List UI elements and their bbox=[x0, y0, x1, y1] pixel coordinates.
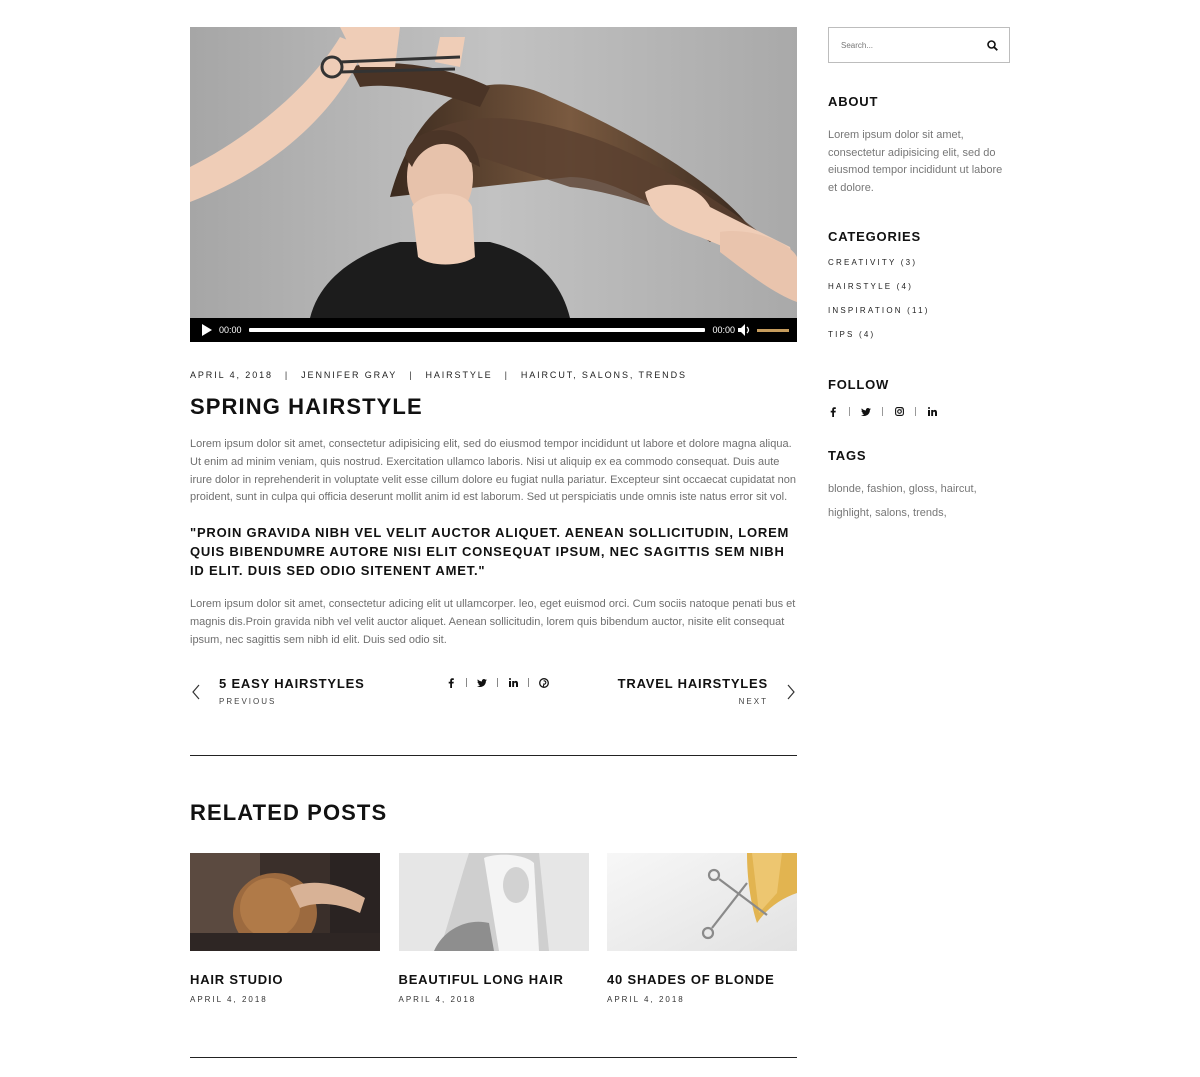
volume-button[interactable] bbox=[738, 323, 752, 337]
follow-separator bbox=[882, 407, 883, 417]
meta-separator: | bbox=[284, 370, 290, 380]
share-links bbox=[445, 676, 550, 690]
tag-link[interactable]: salons bbox=[875, 507, 907, 519]
post-quote: "PROIN GRAVIDA NIBH VEL VELIT AUCTOR ALI… bbox=[190, 525, 790, 579]
related-post-date: APRIL 4, 2018 bbox=[607, 995, 685, 1004]
tag-link[interactable]: fashion bbox=[867, 483, 902, 495]
search-button[interactable] bbox=[985, 38, 999, 52]
current-time: 00:00 bbox=[219, 325, 242, 335]
video-controls: 00:00 00:00 bbox=[190, 318, 797, 342]
related-post-card[interactable]: 40 SHADES OF BLONDE APRIL 4, 2018 bbox=[607, 853, 797, 1004]
categories-list: CREATIVITY (3) HAIRSTYLE (4) INSPIRATION… bbox=[828, 258, 1010, 354]
category-item[interactable]: TIPS (4) bbox=[828, 330, 1010, 354]
tag-link[interactable]: gloss bbox=[909, 483, 935, 495]
facebook-icon[interactable] bbox=[828, 406, 838, 418]
tag-link[interactable]: blonde bbox=[828, 483, 861, 495]
duration-time: 00:00 bbox=[712, 325, 735, 335]
next-label: NEXT bbox=[738, 696, 768, 706]
related-post-date: APRIL 4, 2018 bbox=[398, 995, 477, 1004]
follow-links bbox=[828, 406, 1010, 418]
next-post-link[interactable]: TRAVEL HAIRSTYLES NEXT bbox=[618, 676, 797, 706]
share-separator bbox=[466, 678, 467, 688]
related-post-card[interactable]: BEAUTIFUL LONG HAIR APRIL 4, 2018 bbox=[398, 853, 589, 1004]
video-player[interactable]: 00:00 00:00 bbox=[190, 27, 797, 342]
volume-slider[interactable] bbox=[757, 328, 789, 332]
post-tags[interactable]: HAIRCUT, SALONS, TRENDS bbox=[521, 370, 687, 380]
linkedin-icon[interactable] bbox=[927, 406, 937, 418]
tag-cloud: blonde, fashion, gloss, haircut, highlig… bbox=[828, 482, 977, 519]
share-separator bbox=[497, 678, 498, 688]
tags-heading: TAGS bbox=[828, 447, 867, 463]
related-post-date: APRIL 4, 2018 bbox=[190, 995, 268, 1004]
post-category[interactable]: HAIRSTYLE bbox=[425, 370, 492, 380]
play-icon bbox=[202, 324, 212, 336]
meta-separator: | bbox=[409, 370, 414, 380]
post-paragraph: Lorem ipsum dolor sit amet, consectetur … bbox=[190, 438, 796, 504]
follow-heading: FOLLOW bbox=[828, 376, 890, 392]
search-box bbox=[828, 27, 1010, 63]
related-post-title[interactable]: 40 SHADES OF BLONDE bbox=[607, 972, 797, 987]
instagram-icon[interactable] bbox=[894, 406, 904, 418]
twitter-icon[interactable] bbox=[861, 406, 871, 418]
tag-link[interactable]: haircut bbox=[941, 483, 974, 495]
previous-label: PREVIOUS bbox=[219, 696, 277, 706]
divider bbox=[190, 1057, 797, 1058]
facebook-icon[interactable] bbox=[445, 677, 457, 689]
about-text: Lorem ipsum dolor sit amet, consectetur … bbox=[828, 129, 1003, 195]
twitter-icon[interactable] bbox=[476, 677, 488, 689]
pinterest-icon[interactable] bbox=[538, 677, 550, 689]
tag-link[interactable]: trends bbox=[913, 507, 944, 519]
search-icon bbox=[986, 39, 998, 51]
related-post-title[interactable]: HAIR STUDIO bbox=[190, 972, 380, 987]
related-post-card[interactable]: HAIR STUDIO APRIL 4, 2018 bbox=[190, 853, 380, 1004]
speaker-icon bbox=[738, 324, 750, 336]
next-post-title: TRAVEL HAIRSTYLES bbox=[617, 675, 768, 691]
linkedin-icon[interactable] bbox=[507, 677, 519, 689]
post-author[interactable]: JENNIFER GRAY bbox=[301, 370, 397, 380]
seek-bar[interactable] bbox=[248, 328, 706, 332]
post-main: 00:00 00:00 APRIL 4, 2018 | JENNIFER GRA… bbox=[190, 27, 797, 726]
play-button[interactable] bbox=[200, 323, 214, 337]
sidebar: ABOUT Lorem ipsum dolor sit amet, consec… bbox=[828, 27, 1010, 525]
related-posts: HAIR STUDIO APRIL 4, 2018 BEAUTIFUL LONG… bbox=[190, 853, 797, 1004]
previous-post-link[interactable]: 5 EASY HAIRSTYLES PREVIOUS bbox=[190, 676, 365, 706]
post-navigation: 5 EASY HAIRSTYLES PREVIOUS TRAVEL HAIRST… bbox=[190, 676, 797, 726]
search-input[interactable] bbox=[841, 40, 985, 50]
related-post-image[interactable] bbox=[398, 853, 589, 951]
post-meta: APRIL 4, 2018 | JENNIFER GRAY | HAIRSTYL… bbox=[190, 370, 797, 380]
category-item[interactable]: HAIRSTYLE (4) bbox=[828, 282, 1010, 306]
post-title: SPRING HAIRSTYLE bbox=[190, 394, 423, 419]
categories-heading: CATEGORIES bbox=[828, 228, 921, 244]
post-paragraph: Lorem ipsum dolor sit amet, consectetur … bbox=[190, 598, 796, 646]
related-posts-title: RELATED POSTS bbox=[190, 800, 388, 825]
post-date[interactable]: APRIL 4, 2018 bbox=[190, 370, 273, 380]
category-item[interactable]: INSPIRATION (11) bbox=[828, 306, 1010, 330]
related-post-image[interactable] bbox=[190, 853, 380, 951]
category-item[interactable]: CREATIVITY (3) bbox=[828, 258, 1010, 282]
about-heading: ABOUT bbox=[828, 94, 879, 109]
chevron-right-icon bbox=[787, 684, 795, 699]
share-separator bbox=[528, 678, 529, 688]
tag-link[interactable]: highlight bbox=[828, 507, 869, 519]
follow-separator bbox=[849, 407, 850, 417]
meta-separator: | bbox=[504, 370, 509, 380]
previous-post-title: 5 EASY HAIRSTYLES bbox=[219, 675, 365, 691]
related-post-title[interactable]: BEAUTIFUL LONG HAIR bbox=[399, 972, 589, 987]
video-poster[interactable] bbox=[190, 27, 797, 318]
divider bbox=[190, 755, 797, 756]
follow-separator bbox=[915, 407, 916, 417]
related-post-image[interactable] bbox=[607, 853, 797, 951]
chevron-left-icon bbox=[192, 684, 200, 699]
